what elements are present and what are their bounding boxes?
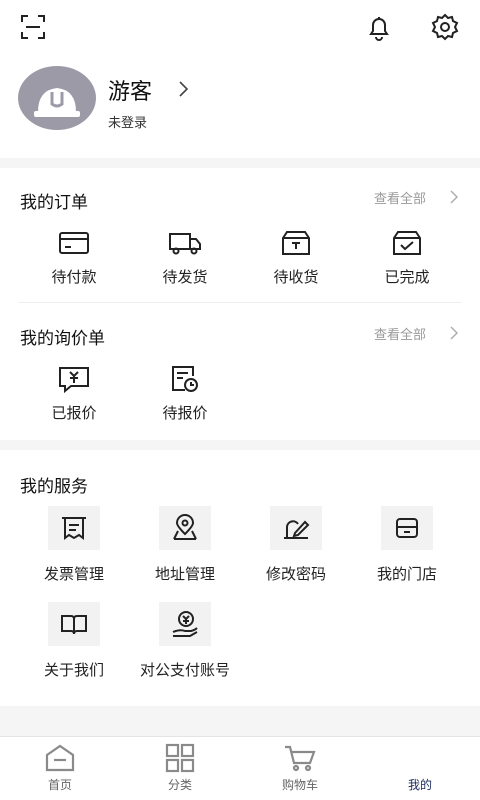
service-label: 我的门店 <box>376 565 437 583</box>
inquiry-item-label: 待报价 <box>162 404 208 422</box>
order-pending-receipt[interactable]: 待收货 <box>251 228 341 287</box>
order-item-label: 待发货 <box>162 268 208 286</box>
inquiries-title: 我的询价单 <box>20 329 105 349</box>
hard-hat-icon <box>34 88 80 117</box>
service-icon-box <box>381 506 433 550</box>
tab-label: 购物车 <box>281 778 318 792</box>
chevron-right-icon[interactable] <box>448 189 460 205</box>
service-label: 关于我们 <box>43 661 104 679</box>
service-corporate-payment[interactable]: 对公支付账号 <box>130 602 240 680</box>
tab-label: 首页 <box>47 778 72 792</box>
invoice-icon <box>62 517 86 540</box>
inquiry-quoted[interactable]: 已报价 <box>29 364 119 423</box>
service-icon-box <box>48 602 100 646</box>
wallet-card-icon <box>59 232 89 254</box>
service-icon-box <box>159 506 211 550</box>
service-icon-box <box>159 602 211 646</box>
box-check-icon <box>393 231 421 255</box>
tab-mine[interactable]: 我的 <box>380 743 460 793</box>
services-title: 我的服务 <box>20 477 88 497</box>
store-icon <box>396 518 418 538</box>
open-book-icon <box>61 615 87 635</box>
map-pin-icon <box>173 514 197 540</box>
package-receive-icon <box>282 231 310 255</box>
scan-icon[interactable] <box>18 12 48 42</box>
inquiry-item-label: 已报价 <box>51 404 97 422</box>
service-my-store[interactable]: 我的门店 <box>352 506 462 584</box>
order-pending-shipment[interactable]: 待发货 <box>140 228 230 287</box>
chevron-right-icon[interactable] <box>448 325 460 341</box>
order-completed[interactable]: 已完成 <box>362 228 452 287</box>
avatar[interactable] <box>18 66 96 130</box>
service-address-management[interactable]: 地址管理 <box>130 506 240 584</box>
cart-icon <box>285 745 316 772</box>
service-label: 修改密码 <box>265 565 326 583</box>
service-invoice-management[interactable]: 发票管理 <box>19 506 129 584</box>
order-item-label: 已完成 <box>384 268 430 286</box>
home-icon <box>45 744 75 772</box>
orders-title: 我的订单 <box>20 193 88 213</box>
service-label: 对公支付账号 <box>139 661 230 679</box>
tab-icon-placeholder <box>403 743 437 773</box>
service-label: 地址管理 <box>154 565 215 583</box>
bell-icon[interactable] <box>364 12 394 42</box>
tab-home[interactable]: 首页 <box>20 743 100 793</box>
tab-label: 分类 <box>167 778 192 792</box>
inquiry-pending[interactable]: 待报价 <box>140 364 230 423</box>
services-card: 我的服务 发票管理 地址管理 修改密码 我的门店 关于我们 对公支付账号 <box>0 450 480 706</box>
profile-section[interactable]: 游客 未登录 <box>0 56 480 158</box>
order-item-label: 待收货 <box>273 268 319 286</box>
edit-lock-icon <box>284 520 310 539</box>
chevron-right-icon[interactable] <box>176 80 190 98</box>
document-clock-icon <box>172 366 198 392</box>
inquiries-view-all[interactable]: 查看全部 <box>374 324 426 343</box>
orders-view-all[interactable]: 查看全部 <box>374 188 426 207</box>
top-bar <box>0 0 480 56</box>
orders-card: 我的订单 查看全部 待付款 待发货 待收货 已完成 我的询价单 查看全部 已报价… <box>0 168 480 440</box>
grid-icon <box>165 743 195 773</box>
login-status: 未登录 <box>108 116 148 131</box>
tab-label: 我的 <box>407 778 432 792</box>
service-icon-box <box>48 506 100 550</box>
service-about-us[interactable]: 关于我们 <box>19 602 129 680</box>
service-change-password[interactable]: 修改密码 <box>241 506 351 584</box>
yen-hand-icon <box>172 611 198 637</box>
tab-category[interactable]: 分类 <box>140 743 220 793</box>
order-item-label: 待付款 <box>51 268 97 286</box>
username[interactable]: 游客 <box>108 74 152 106</box>
divider <box>18 302 462 303</box>
truck-icon <box>169 233 201 255</box>
service-label: 发票管理 <box>43 565 104 583</box>
tab-cart[interactable]: 购物车 <box>260 743 340 793</box>
bottom-tab-bar: 首页 分类 购物车 我的 <box>0 736 480 800</box>
order-pending-payment[interactable]: 待付款 <box>29 228 119 287</box>
service-icon-box <box>270 506 322 550</box>
gear-icon[interactable] <box>430 12 460 42</box>
yen-message-icon <box>59 367 89 394</box>
